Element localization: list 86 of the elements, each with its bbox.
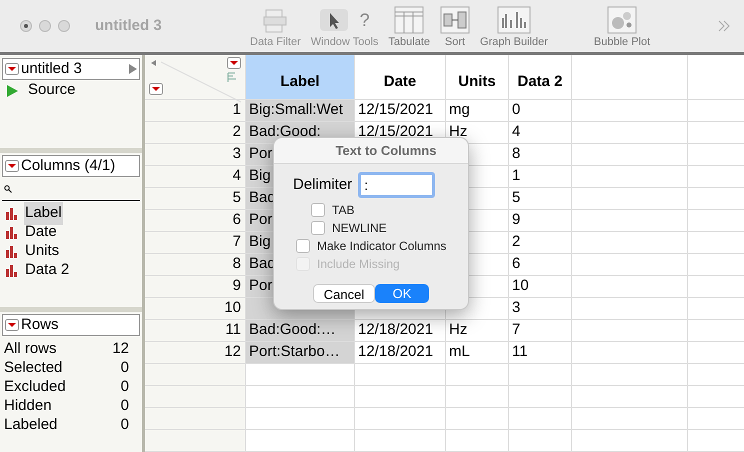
- table-cell: 12/18/2021: [355, 320, 446, 341]
- chart-icon: [496, 6, 531, 34]
- table-cell: Hz: [446, 320, 509, 341]
- play-icon[interactable]: [7, 84, 18, 96]
- column-header[interactable]: Date: [355, 55, 446, 99]
- bar-chart-icon: [5, 264, 18, 277]
- row-number: 8: [145, 254, 246, 275]
- row-count-value: 12: [112, 339, 129, 357]
- row-number: 1: [145, 100, 246, 121]
- more-icon[interactable]: [718, 20, 730, 32]
- row-count-value: 0: [120, 358, 129, 376]
- table-cell: 7: [509, 320, 572, 341]
- table-cell: Port:Starbo…: [246, 342, 355, 363]
- checkbox[interactable]: [311, 203, 325, 217]
- table-cell: 2: [509, 232, 572, 253]
- row-count-value: 0: [120, 396, 129, 414]
- source-item[interactable]: Source: [28, 79, 76, 102]
- bar-chart-icon: [5, 226, 18, 239]
- toolbar-button[interactable]: Tabulate: [388, 6, 430, 50]
- dropdown-menu-icon[interactable]: [149, 83, 163, 95]
- row-number: 3: [145, 144, 246, 165]
- table-cell: Bad:Good:…: [246, 320, 355, 341]
- row-number: 2: [145, 122, 246, 143]
- toolbar-button[interactable]: Graph Builder: [480, 6, 548, 50]
- list-icon[interactable]: [227, 72, 237, 82]
- bar-chart-icon: [5, 207, 18, 220]
- table-cell: 10: [509, 276, 572, 297]
- cancel-button[interactable]: Cancel: [313, 284, 375, 303]
- dropdown-menu-icon[interactable]: [227, 57, 241, 69]
- column-header[interactable]: Label: [246, 55, 355, 99]
- close-icon[interactable]: [20, 20, 32, 32]
- table-cell: Big:Small:Wet: [246, 100, 355, 121]
- row-count-value: 0: [120, 377, 129, 395]
- table-cell: 5: [509, 188, 572, 209]
- dropdown-menu-icon[interactable]: [5, 160, 19, 172]
- row-number: 5: [145, 188, 246, 209]
- table-cell: 12/15/2021: [355, 100, 446, 121]
- toolbar-button[interactable]: Bubble Plot: [594, 6, 650, 50]
- table-cell: 1: [509, 166, 572, 187]
- checkbox[interactable]: [296, 239, 310, 253]
- table-cell: 8: [509, 144, 572, 165]
- table-cell: 6: [509, 254, 572, 275]
- row-number: 11: [145, 320, 246, 341]
- column-header[interactable]: Units: [446, 55, 509, 99]
- delimiter-field[interactable]: :: [358, 172, 436, 198]
- window-title: untitled 3: [95, 16, 163, 36]
- row-count-label: Excluded: [4, 377, 66, 395]
- table-name: untitled 3: [21, 58, 82, 79]
- checkbox[interactable]: [311, 221, 325, 235]
- ok-button[interactable]: OK: [374, 284, 429, 303]
- row-count-label: Hidden: [4, 396, 52, 414]
- filter-icon: [262, 8, 288, 34]
- column-item[interactable]: Label: [24, 202, 63, 225]
- table-cell: 0: [509, 100, 572, 121]
- row-count-label: Labeled: [4, 415, 58, 433]
- row-number: 10: [145, 298, 246, 319]
- zoom-icon[interactable]: [58, 20, 70, 32]
- dropdown-menu-icon[interactable]: [5, 319, 19, 331]
- row-count-value: 0: [120, 415, 129, 433]
- bubble-chart-icon: [607, 6, 638, 34]
- rows-title: Rows: [21, 314, 59, 335]
- table-cell: 4: [509, 122, 572, 143]
- minimize-icon[interactable]: [39, 20, 51, 32]
- dropdown-menu-icon[interactable]: [5, 63, 19, 75]
- expand-icon[interactable]: [129, 64, 137, 74]
- table-cell: 3: [509, 298, 572, 319]
- table-cell: mL: [446, 342, 509, 363]
- column-header[interactable]: Data 2: [509, 55, 572, 99]
- row-count-label: All rows: [4, 339, 57, 357]
- row-number: 6: [145, 210, 246, 231]
- row-number: 4: [145, 166, 246, 187]
- bar-chart-icon: [5, 245, 18, 258]
- table-cell: 9: [509, 210, 572, 231]
- search-icon: [4, 184, 12, 192]
- row-number: 12: [145, 342, 246, 363]
- row-number: 7: [145, 232, 246, 253]
- table-cell: 11: [509, 342, 572, 363]
- columns-title: Columns (4/1): [21, 156, 116, 176]
- toolbar-button[interactable]: Sort: [440, 6, 470, 50]
- pointer-icon: [320, 7, 348, 33]
- row-number: 9: [145, 276, 246, 297]
- table-cell: mg: [446, 100, 509, 121]
- sort-icon: [440, 6, 470, 34]
- row-count-label: Selected: [4, 358, 62, 376]
- table-icon: [394, 6, 424, 34]
- table-cell: 12/18/2021: [355, 342, 446, 363]
